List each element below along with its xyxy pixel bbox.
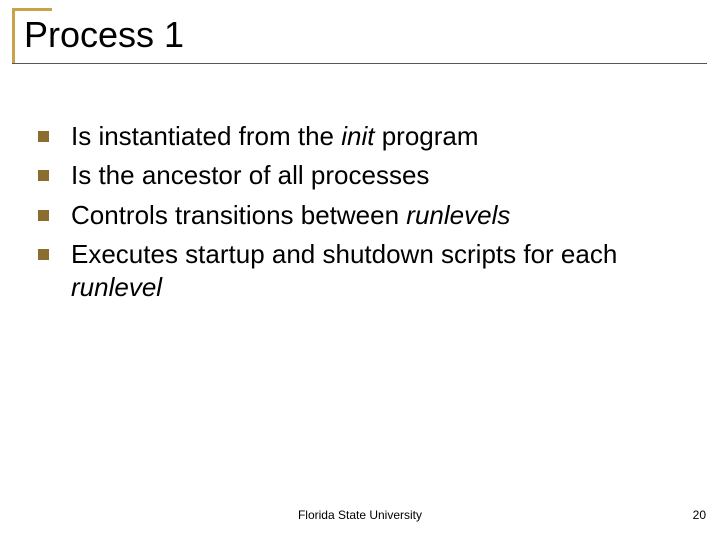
bullet-pre: Executes startup and shutdown scripts fo… <box>71 239 617 269</box>
slide-footer: Florida State University 20 <box>0 508 720 528</box>
title-underline <box>12 63 707 64</box>
bullet-em: runlevel <box>71 272 162 302</box>
bullet-icon <box>38 131 49 142</box>
bullet-icon <box>38 170 49 181</box>
bullet-text: Is instantiated from the init program <box>71 120 479 153</box>
title-accent-top <box>12 8 52 11</box>
list-item: Is instantiated from the init program <box>38 120 678 153</box>
footer-page-number: 20 <box>693 508 706 522</box>
bullet-icon <box>38 210 49 221</box>
bullet-text: Executes startup and shutdown scripts fo… <box>71 238 678 305</box>
bullet-text: Controls transitions between runlevels <box>71 199 510 232</box>
list-item: Is the ancestor of all processes <box>38 159 678 192</box>
bullet-post: program <box>375 121 479 151</box>
footer-institution: Florida State University <box>0 508 720 522</box>
bullet-list: Is instantiated from the init program Is… <box>38 120 678 310</box>
bullet-pre: Controls transitions between <box>71 200 406 230</box>
list-item: Controls transitions between runlevels <box>38 199 678 232</box>
bullet-pre: Is the ancestor of all processes <box>71 160 429 190</box>
bullet-em: init <box>341 121 374 151</box>
slide-title: Process 1 <box>24 14 184 56</box>
bullet-text: Is the ancestor of all processes <box>71 159 429 192</box>
title-accent-left <box>12 8 15 63</box>
list-item: Executes startup and shutdown scripts fo… <box>38 238 678 305</box>
bullet-pre: Is instantiated from the <box>71 121 341 151</box>
bullet-em: runlevels <box>406 200 510 230</box>
bullet-icon <box>38 249 49 260</box>
